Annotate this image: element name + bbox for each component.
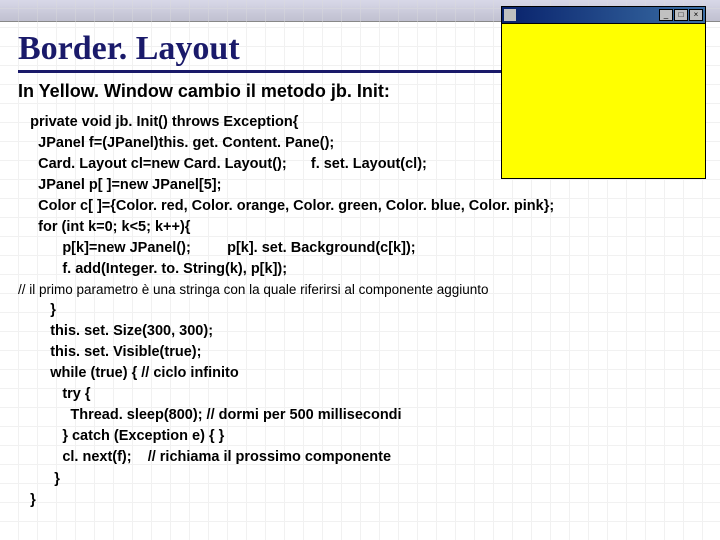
code-block-2: } this. set. Size(300, 300); this. set. …	[18, 300, 702, 510]
close-button[interactable]: ×	[689, 9, 703, 21]
demo-window: _ □ ×	[501, 6, 706, 179]
minimize-button[interactable]: _	[659, 9, 673, 21]
demo-window-titlebar: _ □ ×	[501, 6, 706, 24]
demo-window-body	[501, 24, 706, 179]
maximize-button[interactable]: □	[674, 9, 688, 21]
window-app-icon	[504, 9, 516, 21]
code-comment: // il primo parametro è una stringa con …	[18, 280, 702, 300]
